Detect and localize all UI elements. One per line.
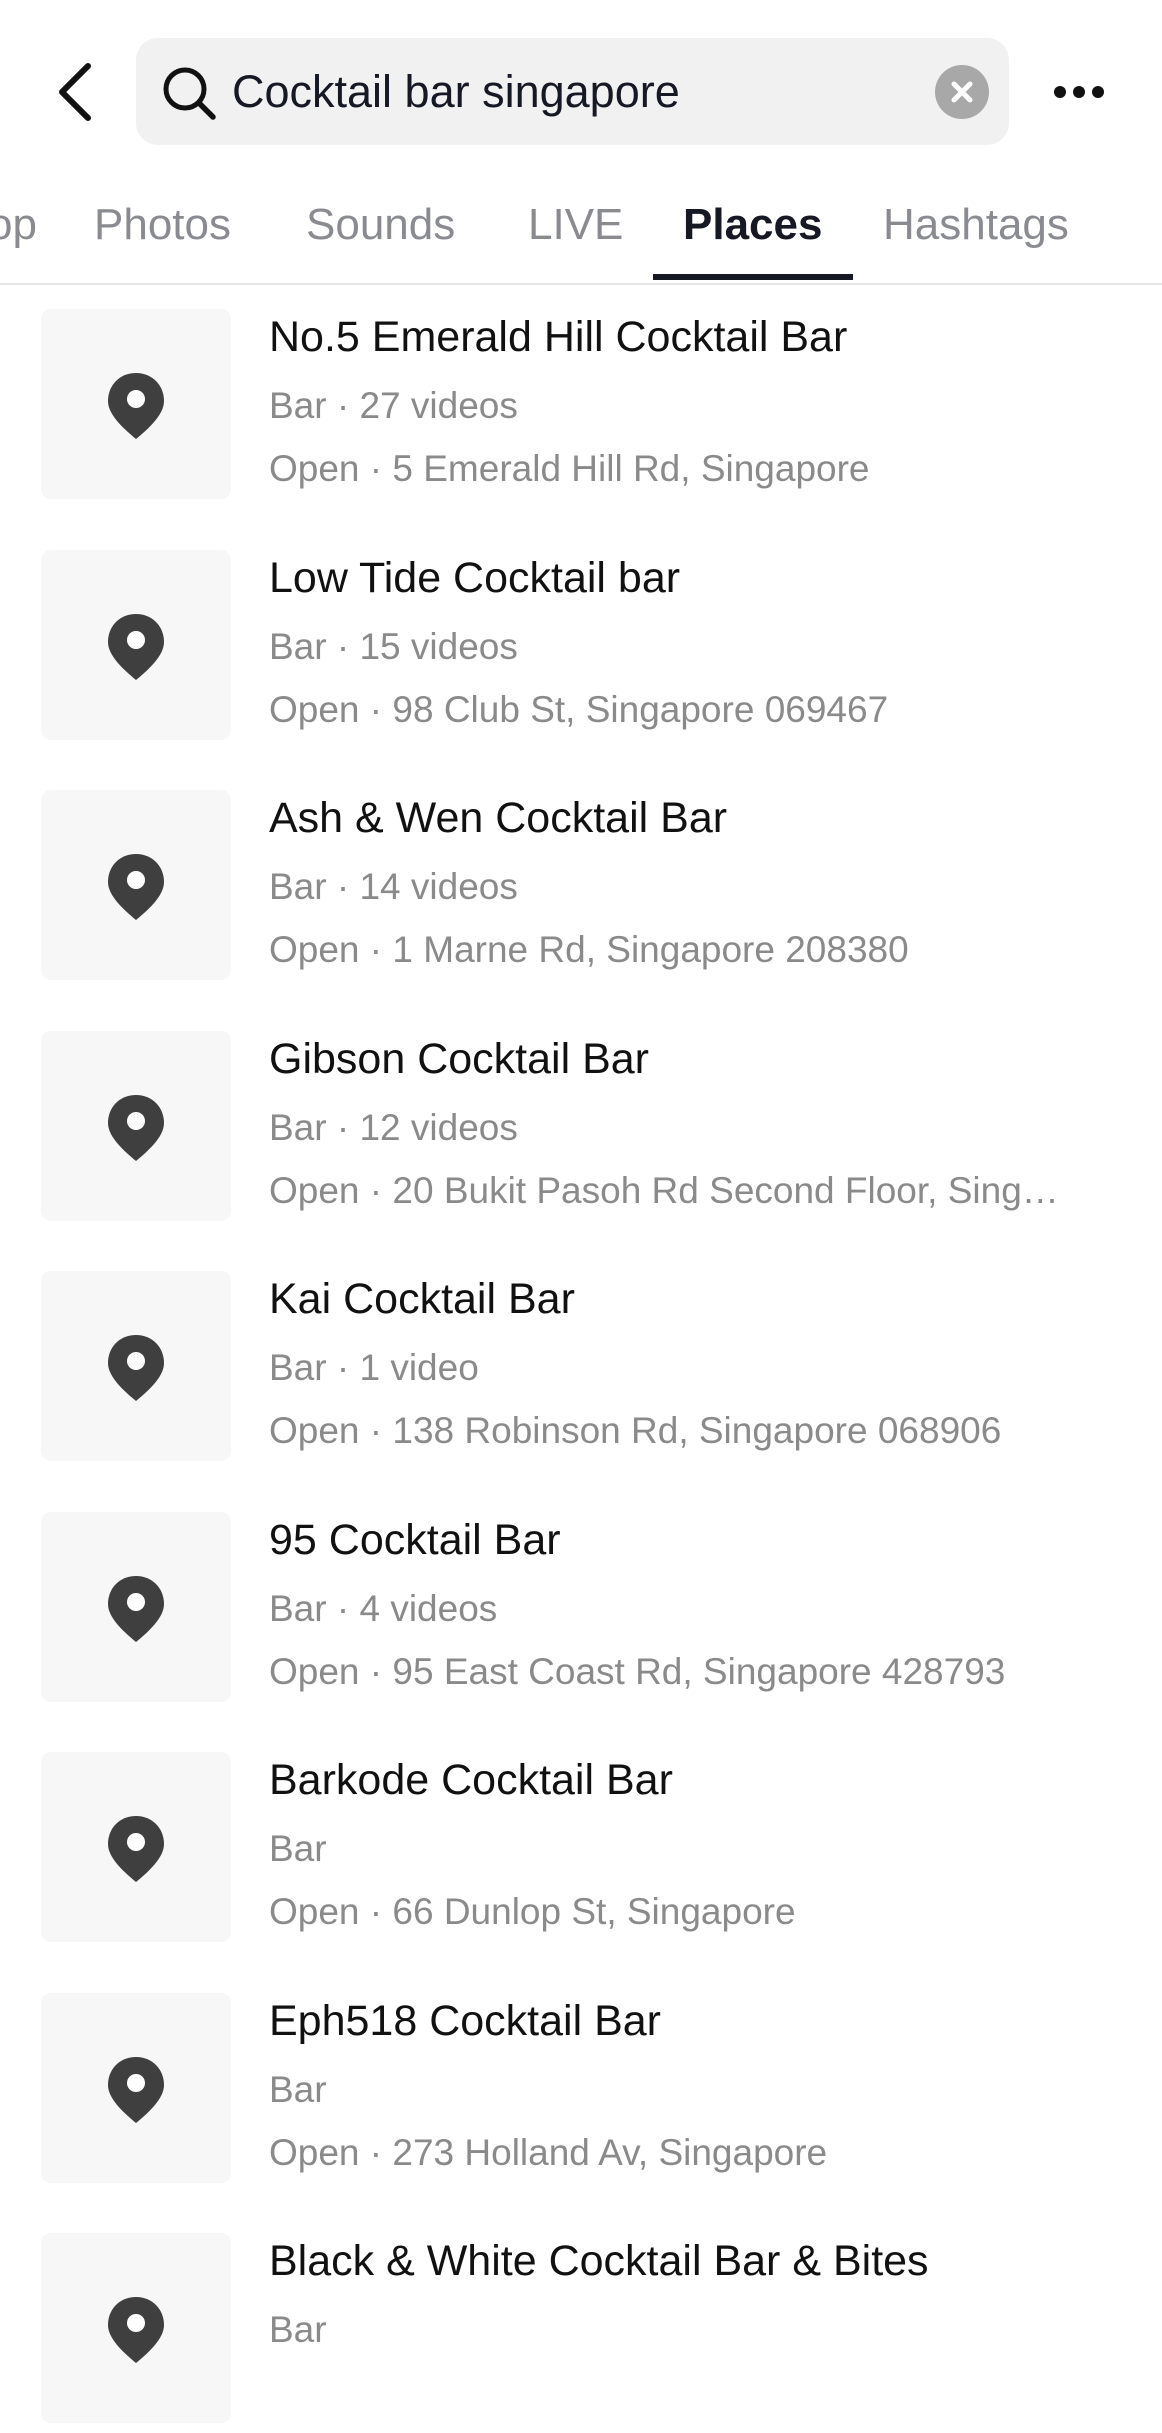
place-name: Gibson Cocktail Bar — [269, 1034, 649, 1083]
place-list-item[interactable]: Gibson Cocktail Bar Bar · 12 videos Open ·… — [0, 1030, 1162, 1231]
location-pin-icon — [108, 373, 164, 439]
location-pin-icon — [108, 1335, 164, 1401]
place-name: Kai Cocktail Bar — [269, 1275, 575, 1323]
place-thumbnail — [41, 309, 231, 499]
place-address: Open · 98 Club St, Singapore 069467 — [269, 688, 889, 730]
place-list-item[interactable]: Eph518 Cocktail Bar Bar Open · 273 Holland… — [0, 1992, 1162, 2193]
place-list-item[interactable]: Black & White Cocktail Bar & Bites Bar — [0, 2233, 1162, 2433]
place-thumbnail — [41, 1511, 231, 1702]
tab-shop[interactable]: op — [0, 200, 37, 250]
place-address: Open · 95 East Coast Rd, Singapore 42879… — [269, 1650, 1006, 1692]
place-category: Bar — [269, 2068, 327, 2110]
place-name: Ash & Wen Cocktail Bar — [269, 794, 728, 842]
place-address: Open · 1 Marne Rd, Singapore 208380 — [269, 929, 909, 970]
place-list-item[interactable]: Low Tide Cocktail bar Bar · 15 videos Open… — [0, 549, 1162, 750]
back-button[interactable] — [52, 62, 102, 122]
location-pin-icon — [108, 2297, 164, 2363]
search-tabs: op Photos Sounds LIVE Places Hashtags — [0, 190, 1162, 285]
place-thumbnail — [41, 2233, 231, 2423]
place-address: Open · 138 Robinson Rd, Singapore 068906 — [269, 1410, 1002, 1451]
place-thumbnail — [41, 549, 231, 740]
more-options-button[interactable] — [1050, 70, 1110, 114]
location-pin-icon — [108, 1094, 164, 1161]
place-name: 95 Cocktail Bar — [269, 1515, 561, 1564]
location-pin-icon — [108, 1575, 164, 1642]
place-name: Low Tide Cocktail bar — [269, 553, 681, 602]
search-icon — [163, 67, 216, 120]
place-name: No.5 Emerald Hill Cocktail Bar — [269, 313, 848, 361]
place-category: Bar · 12 videos — [269, 1106, 518, 1148]
place-category: Bar · 4 videos — [269, 1587, 498, 1629]
place-category: Bar — [269, 2309, 327, 2350]
place-list-item[interactable]: 95 Cocktail Bar Bar · 4 videos Open · 95 E… — [0, 1511, 1162, 1712]
place-list-item[interactable]: Kai Cocktail Bar Bar · 1 video Open · 138 … — [0, 1271, 1162, 1471]
active-tab-indicator — [653, 274, 853, 280]
place-thumbnail — [41, 1030, 231, 1221]
place-address: Open · 273 Holland Av, Singapore — [269, 2131, 828, 2173]
place-category: Bar — [269, 1828, 327, 1869]
chevron-left-icon — [59, 63, 91, 121]
place-address: Open · 20 Bukit Pasoh Rd Second Floor, S… — [269, 1169, 1059, 1211]
location-pin-icon — [108, 2056, 164, 2123]
tab-sounds[interactable]: Sounds — [306, 200, 455, 250]
tab-live[interactable]: LIVE — [528, 200, 623, 250]
place-category: Bar · 1 video — [269, 1347, 479, 1388]
tab-photos[interactable]: Photos — [94, 200, 231, 250]
place-address: Open · 5 Emerald Hill Rd, Singapore — [269, 448, 870, 489]
place-category: Bar · 14 videos — [269, 866, 518, 907]
search-bar[interactable] — [136, 38, 1052, 145]
place-thumbnail — [41, 1992, 231, 2183]
place-thumbnail — [41, 790, 231, 980]
place-list-item[interactable]: No.5 Emerald Hill Cocktail Bar Bar · 27 v… — [0, 309, 1162, 509]
location-pin-icon — [108, 613, 164, 680]
place-name: Black & White Cocktail Bar & Bites — [269, 2237, 929, 2285]
place-list-item[interactable]: Ash & Wen Cocktail Bar Bar · 14 videos Ope… — [0, 790, 1162, 990]
place-name: Eph518 Cocktail Bar — [269, 1996, 661, 2045]
place-thumbnail — [41, 1752, 231, 1942]
tab-hashtags[interactable]: Hashtags — [883, 200, 1069, 250]
place-category: Bar · 15 videos — [269, 625, 518, 667]
clear-search-button[interactable] — [935, 65, 989, 119]
place-category: Bar · 27 videos — [269, 385, 518, 426]
place-address: Open · 66 Dunlop St, Singapore — [269, 1891, 796, 1932]
close-icon — [951, 81, 973, 103]
place-thumbnail — [41, 1271, 231, 1461]
location-pin-icon — [108, 854, 164, 920]
place-list-item[interactable]: Barkode Cocktail Bar Bar Open · 66 Dunlop … — [0, 1752, 1162, 1952]
search-input[interactable] — [232, 38, 1052, 145]
tab-places[interactable]: Places — [683, 200, 822, 250]
place-name: Barkode Cocktail Bar — [269, 1756, 673, 1804]
more-horizontal-icon — [1054, 86, 1104, 98]
location-pin-icon — [108, 1816, 164, 1882]
